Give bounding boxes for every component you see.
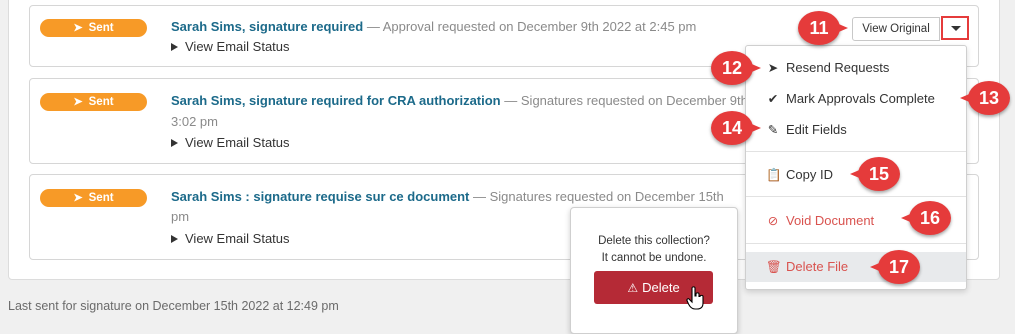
record-meta-continued: pm (171, 209, 190, 224)
callout-15: 15 (850, 157, 900, 191)
menu-divider (746, 243, 966, 244)
menu-divider (746, 196, 966, 197)
view-email-status-toggle[interactable]: View Email Status (171, 135, 290, 150)
paper-plane-icon: ➤ (73, 96, 83, 108)
clipboard-icon: 📋 (766, 168, 782, 182)
check-icon: ✔ (767, 92, 779, 106)
ban-icon: ⊘ (767, 214, 779, 228)
paper-plane-icon: ➤ (73, 192, 83, 204)
status-badge: ➤ Sent (40, 189, 147, 207)
callout-13: 13 (960, 81, 1010, 115)
record-title-link[interactable]: Sarah Sims, signature required (171, 19, 363, 34)
status-badge: ➤ Sent (40, 93, 147, 111)
record-meta-continued: 3:02 pm (171, 114, 218, 129)
warning-icon: ⚠ (627, 281, 639, 295)
callout-16: 16 (901, 201, 951, 235)
actions-dropdown-button[interactable] (941, 16, 969, 40)
callout-11: 11 (798, 11, 848, 45)
menu-item-delete-file[interactable]: 🗑 Delete File (746, 252, 966, 282)
menu-item-edit-fields[interactable]: ✎ Edit Fields (746, 115, 966, 145)
record-meta: Signatures requested on December 9th (520, 93, 748, 108)
record-meta: Approval requested on December 9th 2022 … (382, 19, 697, 34)
expand-triangle-icon (171, 234, 178, 243)
hand-cursor-icon (686, 286, 704, 310)
menu-item-resend-requests[interactable]: ➤ Resend Requests (746, 53, 966, 83)
menu-item-mark-approvals-complete[interactable]: ✔ Mark Approvals Complete (746, 84, 966, 114)
delete-confirm-popover: Delete this collection? It cannot be und… (570, 207, 738, 334)
paper-plane-icon: ➤ (767, 61, 779, 75)
view-email-status-toggle[interactable]: View Email Status (171, 231, 290, 246)
callout-17: 17 (870, 250, 920, 284)
expand-triangle-icon (171, 138, 178, 147)
record-title-link[interactable]: Sarah Sims, signature required for CRA a… (171, 93, 501, 108)
callout-14: 14 (711, 111, 761, 145)
expand-triangle-icon (171, 42, 178, 51)
view-email-status-toggle[interactable]: View Email Status (171, 39, 290, 54)
last-sent-footer: Last sent for signature on December 15th… (8, 299, 339, 313)
menu-divider (746, 151, 966, 152)
pencil-icon: ✎ (767, 123, 779, 137)
paper-plane-icon: ➤ (73, 22, 83, 34)
confirm-warning: It cannot be undone. (601, 252, 707, 264)
record-meta: Signatures requested on December 15th (489, 189, 724, 204)
callout-12: 12 (711, 51, 761, 85)
confirm-question: Delete this collection? (598, 235, 710, 247)
trash-icon: 🗑 (766, 260, 782, 274)
record-title-link[interactable]: Sarah Sims : signature requise sur ce do… (171, 189, 469, 204)
caret-down-icon (951, 26, 961, 31)
status-badge: ➤ Sent (40, 19, 147, 37)
view-original-button[interactable]: View Original (852, 17, 940, 41)
